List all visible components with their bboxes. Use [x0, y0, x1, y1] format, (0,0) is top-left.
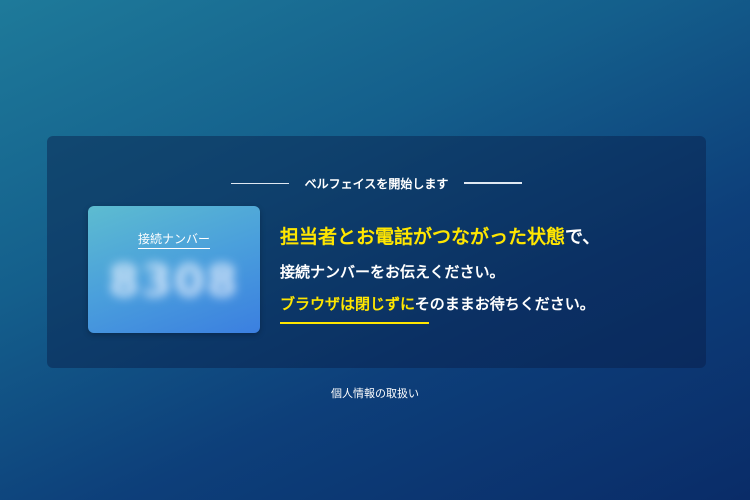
connection-number-label-text: 接続ナンバー: [137, 232, 210, 249]
instruction-line-1-highlight: 担当者とお電話がつながった状態: [280, 226, 566, 248]
instruction-line-3: ブラウザは閉じずにそのままお待ちください。: [280, 293, 595, 314]
instruction-line-1-rest: で、: [565, 227, 601, 248]
connection-number-box: 接続ナンバー 8308: [88, 206, 260, 333]
instruction-line-3-highlight: ブラウザは閉じずに: [280, 295, 415, 313]
instruction-line-1: 担当者とお電話がつながった状態で、: [280, 222, 600, 249]
privacy-policy-link[interactable]: 個人情報の取扱い: [0, 385, 750, 401]
connection-card: ベルフェイスを開始します 接続ナンバー 8308 担当者とお電話がつながった状態…: [47, 136, 706, 368]
connection-number-label: 接続ナンバー: [88, 230, 260, 249]
header-divider-left: [230, 182, 289, 184]
header-divider-right: [464, 182, 523, 184]
instruction-line-2: 接続ナンバーをお伝えください。: [280, 263, 505, 281]
instruction-line-3-rest: そのままお待ちください。: [414, 295, 595, 313]
highlight-underline: [280, 322, 429, 324]
card-header: ベルフェイスを開始します: [47, 175, 706, 191]
header-title: ベルフェイスを開始します: [304, 176, 449, 191]
connection-number-value: 8308: [108, 256, 240, 307]
